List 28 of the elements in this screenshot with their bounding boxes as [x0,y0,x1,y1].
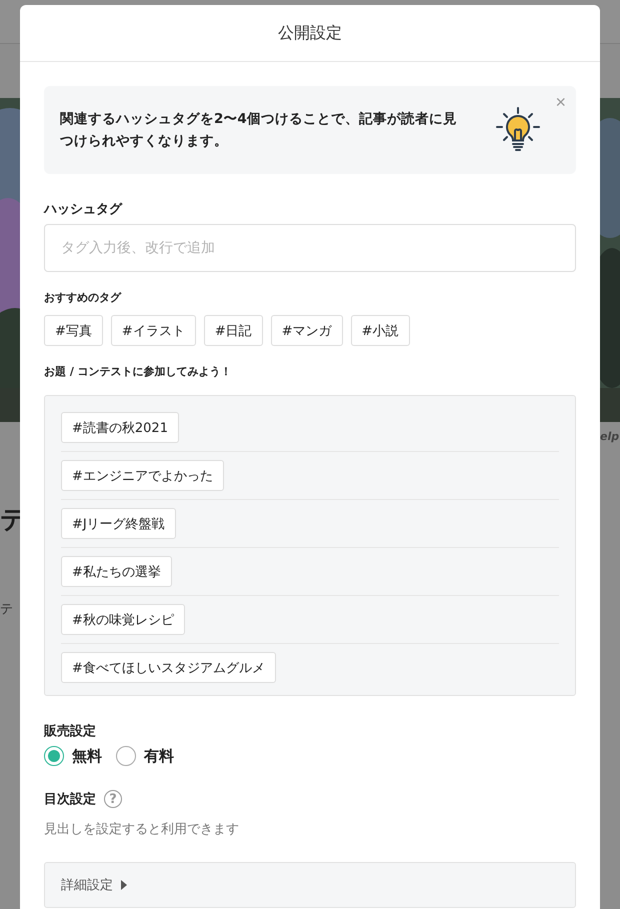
hashtag-input-field[interactable]: タグ入力後、改行で追加 [44,224,576,272]
recommended-tags-label: おすすめのタグ [44,290,122,305]
tag-chip[interactable]: #私たちの選挙 [61,556,172,587]
tag-chip[interactable]: #マンガ [270,315,343,346]
toc-note: 見出しを設定すると利用できます [44,821,240,838]
tag-chip[interactable]: #イラスト [110,315,196,346]
hashtag-label: ハッシュタグ [44,201,124,218]
radio-label: 有料 [144,746,174,766]
tag-chip[interactable]: #Jリーグ終盤戦 [61,508,176,539]
dialog-title: 公開設定 [278,22,342,44]
tag-chip[interactable]: #読書の秋2021 [61,412,179,443]
tag-chip[interactable]: #小説 [350,315,410,346]
tag-chip[interactable]: #日記 [204,315,263,346]
tag-chip[interactable]: #食べてほしいスタジアムグルメ [61,652,276,683]
tag-chip[interactable]: #写真 [44,315,103,346]
tag-chip[interactable]: #秋の味覚レシピ [61,604,185,635]
tag-chip[interactable]: #エンジニアでよかった [61,460,224,491]
body-text: テ [0,601,14,618]
toc-label: 目次設定 [44,790,96,808]
details-toggle[interactable]: 詳細設定 [61,876,113,894]
radio-button[interactable] [44,746,64,766]
tip-text: 関連するハッシュタグを2〜4個つけることで、記事が読者に見つけられやすくなります。 [60,110,458,151]
caption-text: elp [600,430,620,443]
radio-label: 無料 [72,746,102,766]
sales-label: 販売設定 [44,722,97,740]
contest-label: お題 / コンテストに参加してみよう！ [44,364,233,379]
radio-button[interactable] [116,746,136,766]
lightbulb-icon [496,107,540,153]
